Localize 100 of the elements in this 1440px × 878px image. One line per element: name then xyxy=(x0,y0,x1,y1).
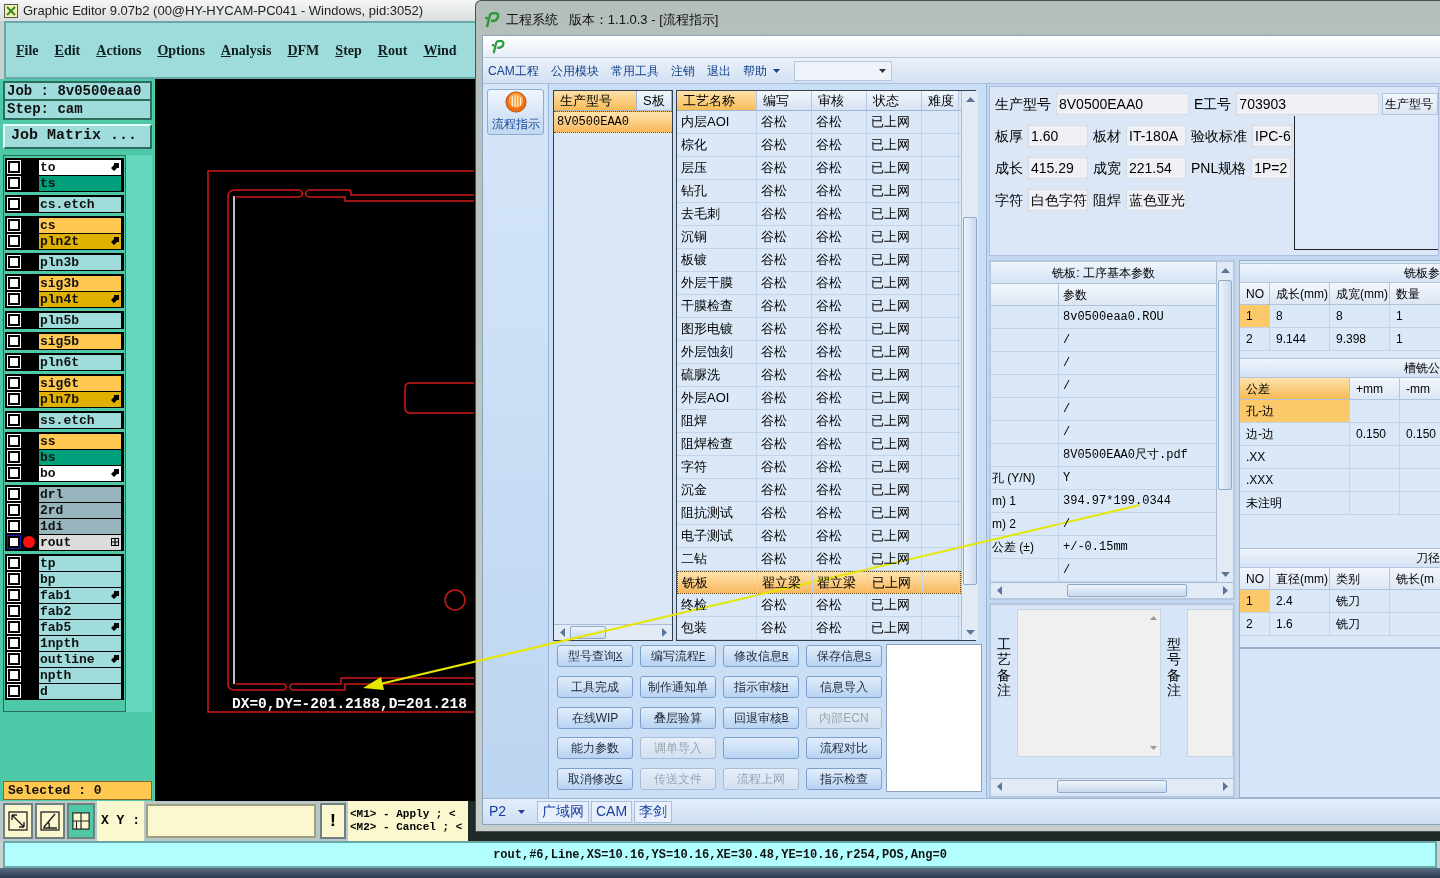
layer-row[interactable]: pln6t xyxy=(6,354,123,370)
measure-button[interactable] xyxy=(35,803,65,839)
layer-row[interactable]: rout xyxy=(6,534,123,550)
layer-item[interactable]: ss xyxy=(39,433,121,449)
layer-row[interactable]: npth xyxy=(6,667,123,683)
table-row[interactable]: 铣板 翟立梁 翟立梁 已上网 xyxy=(677,571,961,594)
layer-checkbox[interactable] xyxy=(7,535,21,549)
layer-item[interactable]: tp xyxy=(39,555,121,571)
layer-row[interactable]: cs.etch xyxy=(6,196,123,212)
layer-item[interactable]: cs.etch xyxy=(39,196,121,212)
page-selector[interactable]: P2 xyxy=(483,799,535,824)
horizontal-scrollbar[interactable] xyxy=(991,582,1233,598)
layer-row[interactable]: to xyxy=(6,159,123,175)
menu-item[interactable]: 帮助 xyxy=(742,61,780,80)
menu-item[interactable]: Wind xyxy=(423,39,457,61)
vertical-scrollbar[interactable] xyxy=(1216,262,1233,582)
layer-row[interactable]: pln7b xyxy=(6,391,123,407)
menu-item[interactable]: Options xyxy=(157,39,205,61)
layer-row[interactable]: bs xyxy=(6,449,123,465)
table-row[interactable]: 外层干膜 谷松 谷松 已上网 xyxy=(677,272,961,295)
scroll-down-icon[interactable] xyxy=(965,629,975,635)
layer-checkbox[interactable] xyxy=(7,450,21,464)
action-button[interactable]: 回退审核B xyxy=(723,706,799,729)
layer-item[interactable]: outline xyxy=(39,651,121,667)
layer-item[interactable]: pln5b xyxy=(39,312,121,328)
layer-item[interactable]: pln3b xyxy=(39,254,121,270)
layer-row[interactable]: ss.etch xyxy=(6,412,123,428)
field-value[interactable]: 221.54 xyxy=(1126,157,1186,179)
footer-tab[interactable]: 广域网 xyxy=(537,800,589,823)
layer-item[interactable]: fab2 xyxy=(39,603,121,619)
table-row[interactable]: 沉铜 谷松 谷松 已上网 xyxy=(677,226,961,249)
table-row[interactable]: 阻焊 谷松 谷松 已上网 xyxy=(677,410,961,433)
layer-checkbox[interactable] xyxy=(7,234,21,248)
action-button[interactable]: 指示检查 xyxy=(806,768,882,791)
menu-item[interactable]: 常用工具 xyxy=(610,61,659,80)
table-row[interactable]: 板镀 谷松 谷松 已上网 xyxy=(677,249,961,272)
layer-row[interactable]: drl xyxy=(6,486,123,502)
table-row[interactable]: 内层AOI 谷松 谷松 已上网 xyxy=(677,111,961,134)
layer-item[interactable]: cs xyxy=(39,217,121,233)
layer-item[interactable]: ts xyxy=(39,175,121,191)
layer-row[interactable]: cs xyxy=(6,217,123,233)
menu-item[interactable]: DFM xyxy=(287,39,320,61)
layer-checkbox[interactable] xyxy=(7,684,21,698)
field-value[interactable]: 703903 xyxy=(1236,93,1380,115)
job-matrix-button[interactable]: Job Matrix ... xyxy=(3,124,152,149)
table-row[interactable]: 钻孔 谷松 谷松 已上网 xyxy=(677,180,961,203)
table-row[interactable]: 包装 谷松 谷松 已上网 xyxy=(677,617,961,640)
menu-item[interactable]: Step xyxy=(335,39,362,61)
table-row[interactable]: 字符 谷松 谷松 已上网 xyxy=(677,456,961,479)
layer-item[interactable]: 2rd xyxy=(39,502,121,518)
layer-item[interactable]: 1di xyxy=(39,518,121,534)
scroll-up-icon[interactable] xyxy=(965,96,975,102)
layer-checkbox[interactable] xyxy=(7,519,21,533)
layer-item[interactable]: ss.etch xyxy=(39,412,121,428)
action-button[interactable]: 取消修改C xyxy=(557,768,633,791)
action-button[interactable]: 叠层验算 xyxy=(640,706,716,729)
layer-item[interactable]: d xyxy=(39,683,121,699)
layer-checkbox[interactable] xyxy=(7,487,21,501)
table-row[interactable]: 阻抗测试 谷松 谷松 已上网 xyxy=(677,502,961,525)
alert-button[interactable]: ! xyxy=(320,803,346,839)
footer-tab[interactable]: 李剑 xyxy=(634,800,673,823)
layer-checkbox[interactable] xyxy=(7,604,21,618)
field-value[interactable]: 蓝色亚光 xyxy=(1126,189,1186,211)
layer-item[interactable]: rout xyxy=(39,534,121,550)
scroll-left-icon[interactable] xyxy=(559,628,565,637)
scroll-right-icon[interactable] xyxy=(1222,586,1228,595)
menu-item[interactable]: Analysis xyxy=(220,39,272,61)
horizontal-scrollbar[interactable] xyxy=(554,624,672,640)
menu-item[interactable]: 注销 xyxy=(670,61,695,80)
field-value[interactable]: IPC-6 xyxy=(1252,125,1292,147)
field-value[interactable]: IT-180A xyxy=(1126,125,1186,147)
vertical-scrollbar[interactable] xyxy=(961,91,978,640)
layer-item[interactable]: to xyxy=(39,159,121,175)
text-area[interactable] xyxy=(886,644,982,792)
layer-row[interactable]: sig3b xyxy=(6,275,123,291)
layer-item[interactable]: drl xyxy=(39,486,121,502)
layer-row[interactable]: fab1 xyxy=(6,587,123,603)
horizontal-scrollbar[interactable] xyxy=(991,778,1233,794)
table-row[interactable]: 外层AOI 谷松 谷松 已上网 xyxy=(677,387,961,410)
layer-row[interactable]: bo xyxy=(6,465,123,481)
zoom-fit-button[interactable] xyxy=(3,803,33,839)
layer-checkbox[interactable] xyxy=(7,334,21,348)
table-row[interactable]: 外层蚀刻 谷松 谷松 已上网 xyxy=(677,341,961,364)
layer-checkbox[interactable] xyxy=(7,572,21,586)
layer-row[interactable]: outline xyxy=(6,651,123,667)
layer-row[interactable]: d xyxy=(6,683,123,699)
layer-item[interactable]: pln6t xyxy=(39,354,121,370)
menu-item[interactable]: CAM工程 xyxy=(488,61,539,80)
field-value[interactable]: 1.60 xyxy=(1028,125,1088,147)
action-button[interactable]: 流程对比 xyxy=(806,737,882,760)
table-row[interactable]: 硫脲洗 谷松 谷松 已上网 xyxy=(677,364,961,387)
menu-item[interactable]: Edit xyxy=(54,39,81,61)
layer-checkbox[interactable] xyxy=(7,434,21,448)
action-button[interactable]: 型号查询X xyxy=(557,645,633,667)
layer-item[interactable]: 1npth xyxy=(39,635,121,651)
table-row[interactable]: 8V0500EAA0 xyxy=(554,111,672,133)
scroll-thumb[interactable] xyxy=(1218,280,1232,490)
layer-item[interactable]: bp xyxy=(39,571,121,587)
layer-row[interactable]: sig5b xyxy=(6,333,123,349)
layer-item[interactable]: sig3b xyxy=(39,275,121,291)
